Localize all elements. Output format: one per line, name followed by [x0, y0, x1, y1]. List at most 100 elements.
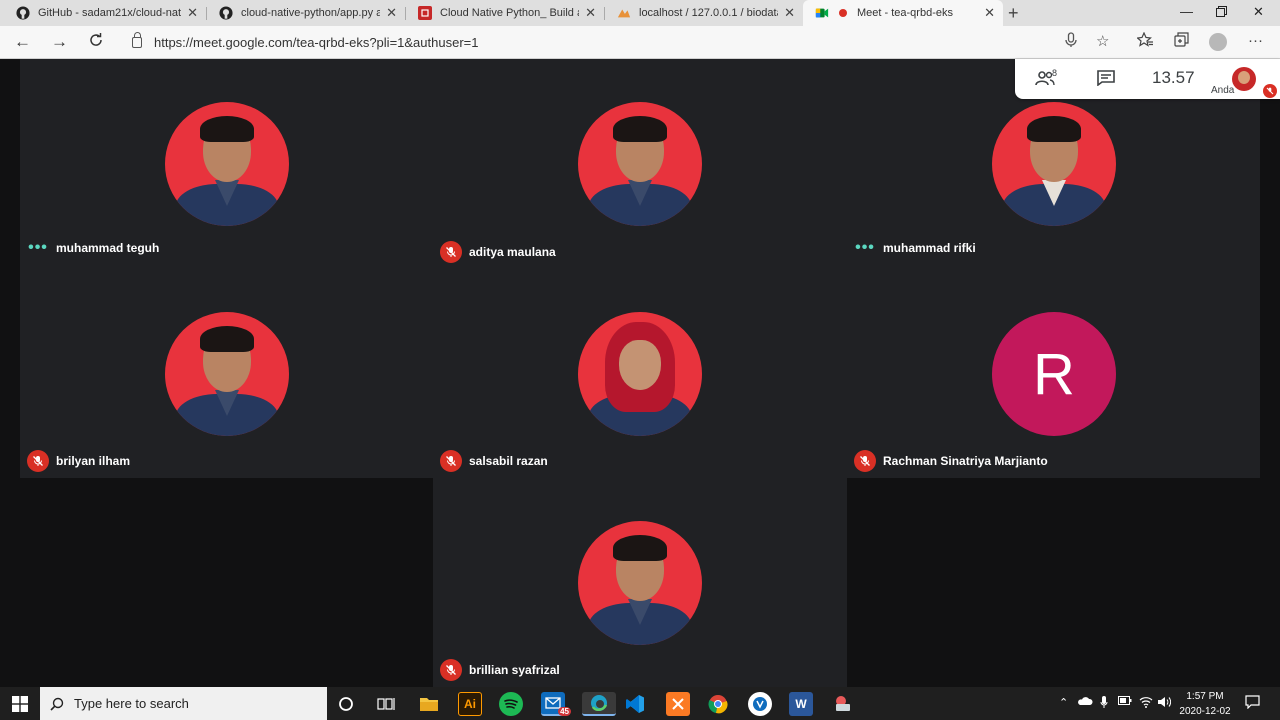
profile-avatar[interactable]: [1209, 33, 1227, 51]
tab-google-meet[interactable]: Meet - tea-qrbd-eks ✕: [803, 0, 1003, 26]
volume-icon[interactable]: [1157, 696, 1172, 711]
mic-off-icon: [1263, 84, 1277, 98]
whatsapp-icon[interactable]: [748, 692, 772, 716]
participant-name-row: salsabil razan: [440, 450, 548, 472]
meeting-time: 13.57: [1152, 68, 1195, 87]
participant-letter-avatar: R: [992, 312, 1116, 436]
tab-github-repo[interactable]: GitHub - sadam21x/cloud-native ✕: [4, 0, 206, 26]
self-avatar[interactable]: [1232, 67, 1256, 91]
address-bar-row: ← → https://meet.google.com/tea-qrbd-eks…: [0, 26, 1280, 59]
close-window-button[interactable]: ✕: [1253, 4, 1264, 20]
vscode-icon[interactable]: [623, 692, 647, 716]
mail-badge: 45: [558, 707, 571, 716]
taskbar-search-input[interactable]: Type here to search: [40, 687, 327, 720]
self-label: Anda: [1211, 85, 1235, 96]
microphone-tray-icon[interactable]: [1100, 696, 1108, 712]
chat-button[interactable]: [1097, 70, 1115, 91]
onedrive-icon[interactable]: [1077, 696, 1093, 709]
chat-icon: [1097, 70, 1115, 87]
participant-avatar: [165, 102, 289, 226]
notifications-icon[interactable]: [1245, 695, 1260, 712]
windows-logo-icon: [12, 696, 28, 712]
participant-tile[interactable]: aditya maulana: [433, 59, 847, 269]
speaking-dots-icon: •••: [855, 239, 875, 256]
collections-icon[interactable]: [1174, 32, 1189, 51]
search-placeholder: Type here to search: [74, 696, 189, 711]
participant-tile[interactable]: R Rachman Sinatriya Marjianto: [847, 269, 1260, 478]
avatar-letter: R: [1033, 341, 1075, 407]
participant-name: salsabil razan: [469, 454, 548, 468]
illustrator-icon[interactable]: Ai: [458, 692, 482, 716]
mic-off-icon: [854, 450, 876, 472]
microphone-icon[interactable]: [1065, 32, 1077, 52]
close-icon[interactable]: ✕: [984, 5, 995, 21]
maximize-button[interactable]: [1216, 5, 1227, 20]
task-view-icon[interactable]: [374, 692, 398, 716]
participant-count: 8: [1052, 68, 1058, 78]
windows-taskbar: Type here to search Ai 45 W ⌃ 1:57 PM 20…: [0, 687, 1280, 720]
participant-avatar: [578, 102, 702, 226]
file-explorer-icon[interactable]: [417, 692, 441, 716]
participant-name-row: ••• muhammad rifki: [854, 239, 976, 256]
word-label: W: [795, 697, 807, 711]
recording-dot-icon: [839, 9, 847, 17]
mail-icon[interactable]: 45: [541, 692, 571, 716]
new-tab-button[interactable]: +: [1008, 3, 1019, 24]
tab-phpmyadmin[interactable]: localhost / 127.0.0.1 / biodata / u ✕: [605, 0, 803, 26]
participant-avatar: [165, 312, 289, 436]
show-hidden-icons-button[interactable]: ⌃: [1059, 696, 1068, 709]
participant-tile[interactable]: brillian syafrizal: [433, 478, 847, 687]
participant-name: muhammad teguh: [56, 241, 160, 255]
favorite-star-icon[interactable]: ☆: [1096, 32, 1109, 50]
tab-github-app-py[interactable]: cloud-native-python/app.py at m ✕: [207, 0, 405, 26]
participant-avatar: [578, 521, 702, 645]
pdf-icon: [418, 6, 432, 20]
cortana-icon[interactable]: [334, 692, 358, 716]
refresh-button[interactable]: [88, 32, 104, 53]
participant-name: brillian syafrizal: [469, 663, 560, 677]
close-icon[interactable]: ✕: [386, 5, 397, 21]
tab-title: Cloud Native Python_ Build and: [440, 7, 579, 19]
word-icon[interactable]: W: [789, 692, 813, 716]
tab-title: cloud-native-python/app.py at m: [241, 7, 381, 19]
forward-button[interactable]: →: [51, 32, 68, 52]
edge-icon[interactable]: [582, 692, 616, 716]
snipping-icon[interactable]: [831, 692, 855, 716]
participant-tile[interactable]: brilyan ilham: [20, 269, 433, 478]
battery-icon[interactable]: [1118, 696, 1132, 708]
more-menu-icon[interactable]: ···: [1248, 32, 1263, 49]
participant-tile[interactable]: ••• muhammad teguh: [20, 59, 433, 269]
participant-name-row: brilyan ilham: [27, 450, 130, 472]
speaking-dots-icon: •••: [28, 239, 48, 256]
refresh-icon: [90, 33, 102, 46]
meet-stage: ••• muhammad teguh aditya maulana ••• mu…: [0, 59, 1280, 687]
participant-name: muhammad rifki: [883, 241, 976, 255]
back-button[interactable]: ←: [14, 32, 31, 52]
minimize-button[interactable]: —: [1180, 4, 1193, 19]
tab-title: Meet - tea-qrbd-eks: [857, 7, 953, 19]
url-field[interactable]: https://meet.google.com/tea-qrbd-eks?pli…: [124, 30, 1124, 55]
chrome-icon[interactable]: [706, 692, 730, 716]
participant-name: Rachman Sinatriya Marjianto: [883, 454, 1048, 468]
mic-off-icon: [27, 450, 49, 472]
close-icon[interactable]: ✕: [187, 5, 198, 21]
wifi-icon[interactable]: [1139, 696, 1153, 711]
lock-icon: [132, 32, 142, 48]
close-icon[interactable]: ✕: [585, 5, 596, 21]
participant-tile[interactable]: salsabil razan: [433, 269, 847, 478]
participant-name-row: aditya maulana: [440, 241, 556, 263]
favorites-list-icon[interactable]: [1136, 31, 1153, 51]
participant-name-row: ••• muhammad teguh: [27, 239, 160, 256]
participant-avatar: [992, 102, 1116, 226]
mic-off-icon: [440, 659, 462, 681]
url-text: https://meet.google.com/tea-qrbd-eks?pli…: [154, 35, 479, 50]
taskbar-clock[interactable]: 1:57 PM 2020-12-02: [1176, 689, 1234, 719]
clock-date: 2020-12-02: [1179, 706, 1231, 717]
xampp-icon[interactable]: [666, 692, 690, 716]
spotify-icon[interactable]: [499, 692, 523, 716]
restore-icon: [1216, 6, 1227, 17]
close-icon[interactable]: ✕: [784, 5, 795, 21]
github-icon: [219, 6, 233, 20]
start-button[interactable]: [12, 696, 28, 717]
tab-pdf[interactable]: Cloud Native Python_ Build and ✕: [406, 0, 604, 26]
